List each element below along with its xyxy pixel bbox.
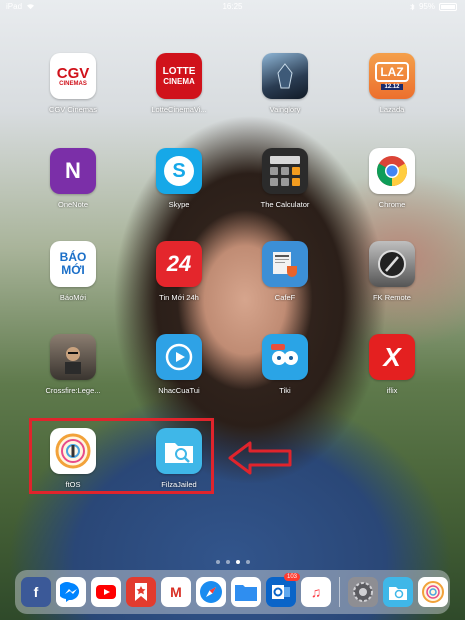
onenote-icon: N bbox=[50, 148, 96, 194]
messenger-icon[interactable] bbox=[56, 577, 86, 607]
cgv-icon: CGV CINEMAS bbox=[50, 53, 96, 99]
facebook-icon-text: f bbox=[33, 584, 39, 600]
tiki-icon bbox=[262, 334, 308, 380]
app-cafef[interactable]: CafeF bbox=[240, 241, 330, 321]
app-label: Tiki bbox=[279, 386, 291, 395]
bookmark-app-icon[interactable] bbox=[126, 577, 156, 607]
files-icon[interactable] bbox=[231, 577, 261, 607]
youtube-icon[interactable] bbox=[91, 577, 121, 607]
status-bar: iPad 16:25 95% bbox=[0, 0, 465, 14]
dock-separator bbox=[339, 577, 340, 607]
app-label: Vainglory bbox=[269, 105, 301, 114]
app-label: CGV Cinemas bbox=[49, 105, 97, 114]
app-tin-moi-24h[interactable]: 24 Tin Mới 24h bbox=[134, 241, 224, 321]
app-label: The Calculator bbox=[260, 200, 310, 209]
app-tiki[interactable]: Tiki bbox=[240, 334, 330, 414]
app-vainglory[interactable]: Vainglory bbox=[240, 53, 330, 133]
iflix-icon-text: X bbox=[383, 341, 401, 372]
tin-moi-24h-icon: 24 bbox=[156, 241, 202, 287]
page-dot bbox=[225, 560, 230, 564]
fk-remote-icon bbox=[369, 241, 415, 287]
arrow-left-icon bbox=[228, 441, 292, 475]
dock: f M 103 ♫ bbox=[15, 570, 450, 614]
cgv-icon-text: CGV bbox=[56, 64, 90, 82]
page-dot bbox=[215, 560, 220, 564]
app-skype[interactable]: S Skype bbox=[134, 148, 224, 228]
lazada-icon: LAZ 12.12 bbox=[369, 53, 415, 99]
crossfire-icon bbox=[50, 334, 96, 380]
gmail-icon[interactable]: M bbox=[161, 577, 191, 607]
settings-icon[interactable] bbox=[348, 577, 378, 607]
app-label: Lazada bbox=[379, 105, 405, 114]
battery-icon bbox=[439, 2, 457, 11]
outlook-icon[interactable]: 103 bbox=[266, 573, 300, 607]
battery-percent: 95% bbox=[418, 2, 435, 11]
app-baomoi[interactable]: BÁO MỚI BáoMới bbox=[28, 241, 118, 321]
lotte-icon-text: LOTTE bbox=[162, 66, 196, 77]
status-time: 16:25 bbox=[222, 2, 243, 11]
app-cgv-cinemas[interactable]: CGV CINEMAS CGV Cinemas bbox=[28, 53, 118, 133]
iflix-icon: X bbox=[369, 334, 415, 380]
cafef-icon bbox=[262, 241, 308, 287]
app-label: Chrome bbox=[378, 200, 406, 209]
lazada-icon-subtext: 12.12 bbox=[381, 84, 403, 90]
tin-moi-icon-text: 24 bbox=[166, 251, 192, 276]
music-icon[interactable]: ♫ bbox=[301, 577, 331, 607]
app-label: NhacCuaTui bbox=[158, 386, 200, 395]
app-label: CafeF bbox=[274, 293, 296, 302]
skype-icon-text: S bbox=[164, 156, 194, 186]
app-nhaccuatui[interactable]: NhacCuaTui bbox=[134, 334, 224, 414]
page-indicator[interactable] bbox=[0, 560, 465, 564]
calculator-icon bbox=[262, 148, 308, 194]
facebook-icon[interactable]: f bbox=[21, 577, 51, 607]
page-dot bbox=[245, 560, 250, 564]
notification-badge: 103 bbox=[283, 573, 300, 581]
app-label: BáoMới bbox=[59, 293, 87, 302]
app-chrome[interactable]: Chrome bbox=[347, 148, 437, 228]
app-iflix[interactable]: X iflix bbox=[347, 334, 437, 414]
page-dot-active bbox=[235, 560, 240, 564]
baomoi-icon: BÁO MỚI bbox=[50, 241, 96, 287]
filza-dock-icon[interactable] bbox=[383, 577, 413, 607]
lotte-cinema-icon: LOTTE CINEMA bbox=[156, 53, 202, 99]
lazada-icon-text: LAZ bbox=[375, 62, 409, 82]
app-label: Skype bbox=[168, 200, 190, 209]
baomoi-icon-subtext: MỚI bbox=[61, 263, 85, 277]
music-icon-text: ♫ bbox=[310, 584, 322, 600]
app-lazada[interactable]: LAZ 12.12 Lazada bbox=[347, 53, 437, 133]
cgv-icon-subtext: CINEMAS bbox=[59, 80, 87, 87]
bluetooth-icon bbox=[410, 3, 415, 10]
app-onenote[interactable]: N OneNote bbox=[28, 148, 118, 228]
gmail-icon-text: M bbox=[170, 584, 182, 600]
app-fk-remote[interactable]: FK Remote bbox=[347, 241, 437, 321]
nhaccuatui-icon bbox=[156, 334, 202, 380]
app-label: LotteCinemaVi... bbox=[151, 105, 207, 114]
ftos-dock-icon[interactable] bbox=[418, 577, 448, 607]
app-label: FK Remote bbox=[373, 293, 411, 302]
app-label: iflix bbox=[386, 386, 398, 395]
app-crossfire[interactable]: Crossfire:Lege... bbox=[28, 334, 118, 414]
onenote-icon-text: N bbox=[65, 158, 81, 183]
app-label: Crossfire:Lege... bbox=[45, 386, 101, 395]
app-lotte-cinema[interactable]: LOTTE CINEMA LotteCinemaVi... bbox=[134, 53, 224, 133]
app-label: OneNote bbox=[57, 200, 89, 209]
chrome-icon bbox=[369, 148, 415, 194]
highlight-box bbox=[29, 418, 214, 494]
vainglory-icon bbox=[262, 53, 308, 99]
lotte-icon-subtext: CINEMA bbox=[163, 77, 195, 86]
app-calculator[interactable]: The Calculator bbox=[240, 148, 330, 228]
app-label: Tin Mới 24h bbox=[159, 293, 199, 302]
skype-icon: S bbox=[156, 148, 202, 194]
safari-icon[interactable] bbox=[196, 577, 226, 607]
